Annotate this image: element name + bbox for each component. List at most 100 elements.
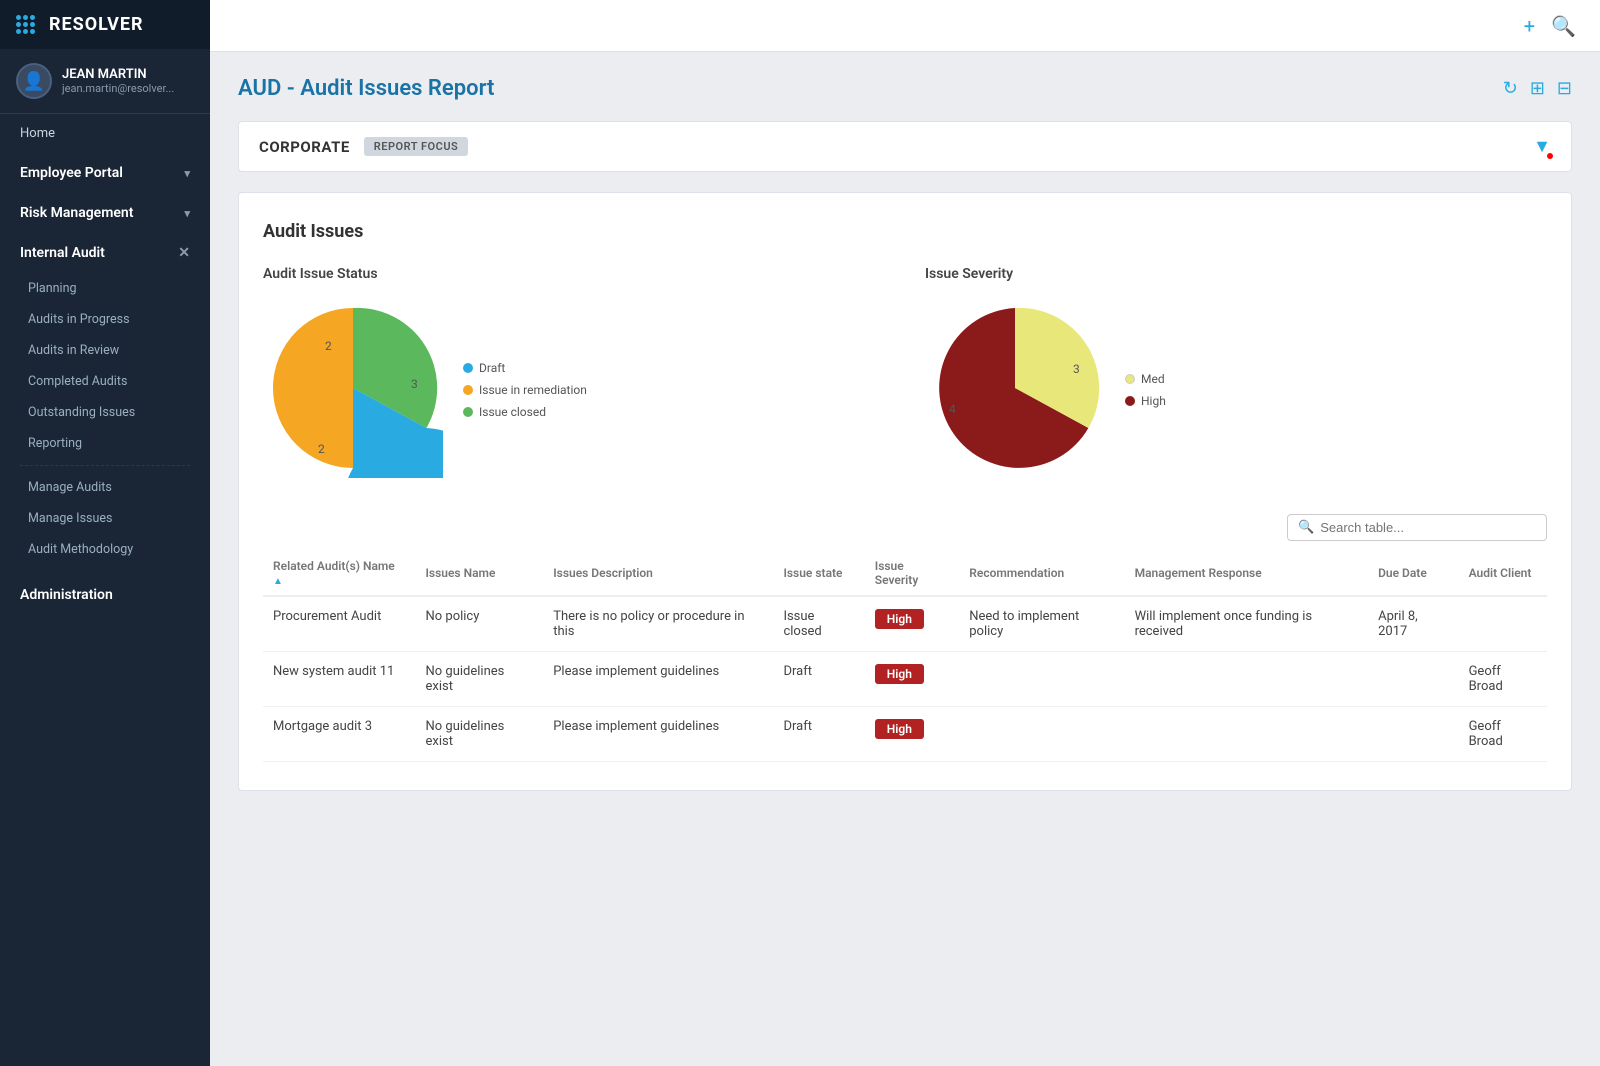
legend-draft: Draft	[463, 361, 587, 375]
draft-dot	[463, 363, 473, 373]
cell-due-date	[1368, 652, 1458, 707]
internal-audit-label: Internal Audit	[20, 245, 105, 261]
sidebar-divider	[20, 465, 190, 466]
table-search-container: 🔍	[1287, 514, 1547, 541]
logo-area: RESOLVER	[0, 0, 210, 49]
sidebar-item-employee-portal[interactable]: Employee Portal ▾	[0, 153, 210, 193]
table-search-row: 🔍	[263, 514, 1547, 541]
cell-related-audit: New system audit 11	[263, 652, 415, 707]
page-header: AUD - Audit Issues Report ↻ ⊞ ⊟	[238, 76, 1572, 101]
report-focus-bar: CORPORATE REPORT FOCUS ▼	[238, 121, 1572, 172]
cell-issue-state: Issue closed	[773, 596, 864, 652]
severity-badge: High	[875, 609, 924, 629]
cell-issue-state: Draft	[773, 652, 864, 707]
add-button[interactable]: +	[1524, 14, 1535, 38]
cell-issues-desc: Please implement guidelines	[543, 652, 773, 707]
severity-badge: High	[875, 719, 924, 739]
col-recommendation: Recommendation	[959, 551, 1124, 596]
severity-chart-block: Issue Severity 3 4	[925, 266, 1547, 482]
status-chart-block: Audit Issue Status	[263, 266, 885, 482]
sidebar-item-internal-audit[interactable]: Internal Audit ✕	[0, 233, 210, 273]
table-row: Procurement Audit No policy There is no …	[263, 596, 1547, 652]
sidebar-item-audit-methodology[interactable]: Audit Methodology	[0, 534, 210, 565]
severity-chart-title: Issue Severity	[925, 266, 1547, 282]
export-list-icon[interactable]: ⊟	[1557, 78, 1572, 99]
med-label: Med	[1141, 372, 1165, 386]
user-email: jean.martin@resolver...	[62, 82, 174, 95]
sev-label-3: 3	[1073, 362, 1080, 376]
sidebar-item-home[interactable]: Home	[0, 114, 210, 153]
report-org: CORPORATE	[259, 138, 350, 156]
sidebar-item-manage-issues[interactable]: Manage Issues	[0, 503, 210, 534]
home-label: Home	[20, 126, 55, 141]
cell-issues-desc: Please implement guidelines	[543, 707, 773, 762]
cell-related-audit: Mortgage audit 3	[263, 707, 415, 762]
cell-related-audit: Procurement Audit	[263, 596, 415, 652]
remediation-label: Issue in remediation	[479, 383, 587, 397]
med-dot	[1125, 374, 1135, 384]
issues-table: Related Audit(s) Name ▲ Issues Name Issu…	[263, 551, 1547, 762]
topbar: + 🔍	[210, 0, 1600, 52]
sidebar-item-manage-audits[interactable]: Manage Audits	[0, 472, 210, 503]
charts-row: Audit Issue Status	[263, 266, 1547, 482]
col-audit-client: Audit Client	[1459, 551, 1547, 596]
closed-label: Issue closed	[479, 405, 546, 419]
cell-due-date: April 8, 2017	[1368, 596, 1458, 652]
sidebar-item-audits-in-review[interactable]: Audits in Review	[0, 335, 210, 366]
cell-severity: High	[865, 596, 959, 652]
cell-recommendation	[959, 652, 1124, 707]
remediation-dot	[463, 385, 473, 395]
sidebar-item-risk-management[interactable]: Risk Management ▾	[0, 193, 210, 233]
cell-recommendation	[959, 707, 1124, 762]
administration-label: Administration	[20, 587, 113, 603]
page-actions: ↻ ⊞ ⊟	[1503, 78, 1572, 99]
table-header: Related Audit(s) Name ▲ Issues Name Issu…	[263, 551, 1547, 596]
severity-pie-container: 3 4	[925, 298, 1105, 482]
sidebar-item-outstanding-issues[interactable]: Outstanding Issues	[0, 397, 210, 428]
chevron-down-icon: ▾	[184, 167, 190, 180]
sidebar-item-audits-in-progress[interactable]: Audits in Progress	[0, 304, 210, 335]
user-name: JEAN MARTIN	[62, 67, 174, 82]
cell-due-date	[1368, 707, 1458, 762]
export-table-icon[interactable]: ⊞	[1530, 78, 1545, 99]
col-issues-name: Issues Name	[415, 551, 543, 596]
severity-pie-chart: 3 4	[925, 298, 1105, 478]
user-profile[interactable]: 👤 JEAN MARTIN jean.martin@resolver...	[0, 49, 210, 114]
risk-management-label: Risk Management	[20, 205, 133, 221]
content-area: AUD - Audit Issues Report ↻ ⊞ ⊟ CORPORAT…	[210, 52, 1600, 1066]
report-focus-badge: REPORT FOCUS	[364, 137, 468, 156]
legend-med: Med	[1125, 372, 1166, 386]
table-search-input[interactable]	[1320, 520, 1536, 535]
sidebar-item-reporting[interactable]: Reporting	[0, 428, 210, 459]
cell-audit-client	[1459, 596, 1547, 652]
employee-portal-label: Employee Portal	[20, 165, 123, 181]
cell-issues-name: No policy	[415, 596, 543, 652]
cell-mgmt-response	[1125, 707, 1369, 762]
cell-issue-state: Draft	[773, 707, 864, 762]
cell-audit-client: Geoff Broad	[1459, 652, 1547, 707]
closed-dot	[463, 407, 473, 417]
sidebar-item-planning[interactable]: Planning	[0, 273, 210, 304]
sort-icon[interactable]: ▲	[273, 576, 283, 587]
cell-severity: High	[865, 652, 959, 707]
logo-icon	[16, 15, 41, 34]
table-row: New system audit 11 No guidelines exist …	[263, 652, 1547, 707]
cell-issues-desc: There is no policy or procedure in this	[543, 596, 773, 652]
high-dot	[1125, 396, 1135, 406]
orange-slice	[273, 308, 353, 468]
issues-table-section: 🔍 Related Audit(s) Name ▲ Issues Name Is…	[263, 514, 1547, 762]
col-mgmt-response: Management Response	[1125, 551, 1369, 596]
sidebar-item-administration[interactable]: Administration	[0, 575, 210, 615]
status-label-2b: 2	[318, 442, 325, 456]
table-row: Mortgage audit 3 No guidelines exist Ple…	[263, 707, 1547, 762]
sev-label-4: 4	[949, 402, 956, 416]
refresh-icon[interactable]: ↻	[1503, 78, 1518, 99]
sidebar-item-completed-audits[interactable]: Completed Audits	[0, 366, 210, 397]
legend-remediation: Issue in remediation	[463, 383, 587, 397]
severity-legend: Med High	[1125, 372, 1166, 408]
filter-icon[interactable]: ▼	[1533, 136, 1551, 157]
audit-issues-card: Audit Issues Audit Issue Status	[238, 192, 1572, 791]
main-area: + 🔍 AUD - Audit Issues Report ↻ ⊞ ⊟ CORP…	[210, 0, 1600, 1066]
cell-recommendation: Need to implement policy	[959, 596, 1124, 652]
search-icon[interactable]: 🔍	[1551, 14, 1576, 38]
